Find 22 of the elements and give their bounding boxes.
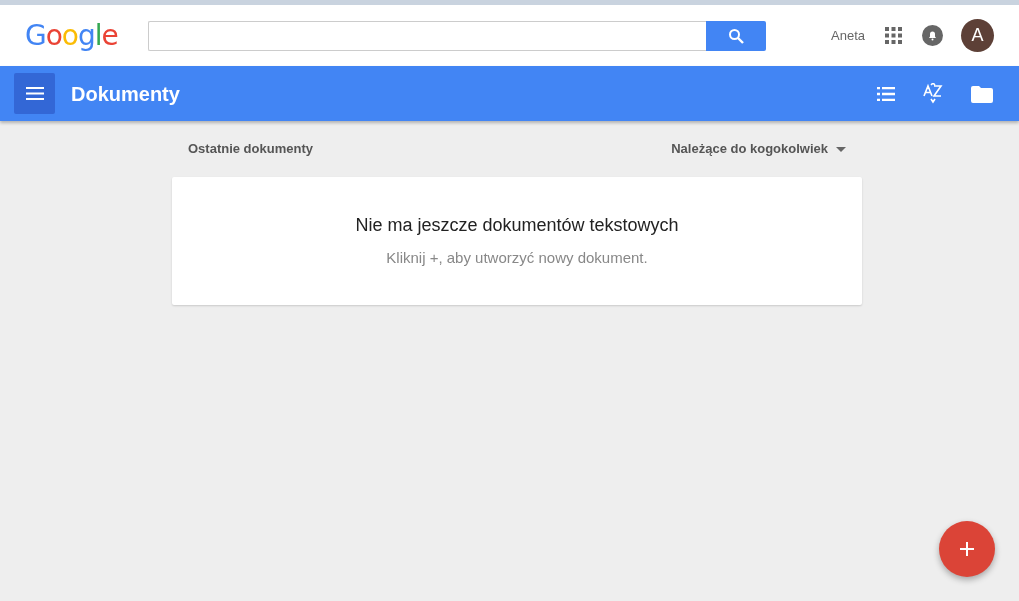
folder-icon — [971, 85, 993, 103]
search-button[interactable] — [705, 20, 766, 51]
plus-icon — [960, 542, 974, 556]
apps-grid-icon[interactable] — [885, 27, 902, 44]
search-icon — [727, 27, 744, 44]
owner-filter-dropdown[interactable]: Należące do kogokolwiek — [671, 139, 846, 159]
sort-button[interactable] — [923, 81, 943, 106]
empty-state-hint: Kliknij +, aby utworzyć nowy dokument. — [386, 248, 648, 269]
avatar[interactable]: A — [961, 19, 994, 52]
sort-az-icon — [923, 83, 943, 106]
google-logo[interactable]: Google — [25, 21, 118, 50]
empty-state-heading: Nie ma jeszcze dokumentów tekstowych — [355, 214, 679, 238]
list-icon — [877, 87, 895, 102]
create-document-button[interactable] — [939, 521, 995, 577]
menu-button[interactable] — [14, 73, 55, 114]
section-title: Ostatnie dokumenty — [188, 140, 313, 159]
caret-icon — [836, 146, 846, 152]
notifications-icon[interactable] — [922, 25, 943, 46]
search-field[interactable] — [147, 20, 706, 51]
app-title: Dokumenty — [71, 81, 180, 107]
user-name[interactable]: Aneta — [831, 25, 865, 46]
menu-icon — [25, 87, 44, 100]
